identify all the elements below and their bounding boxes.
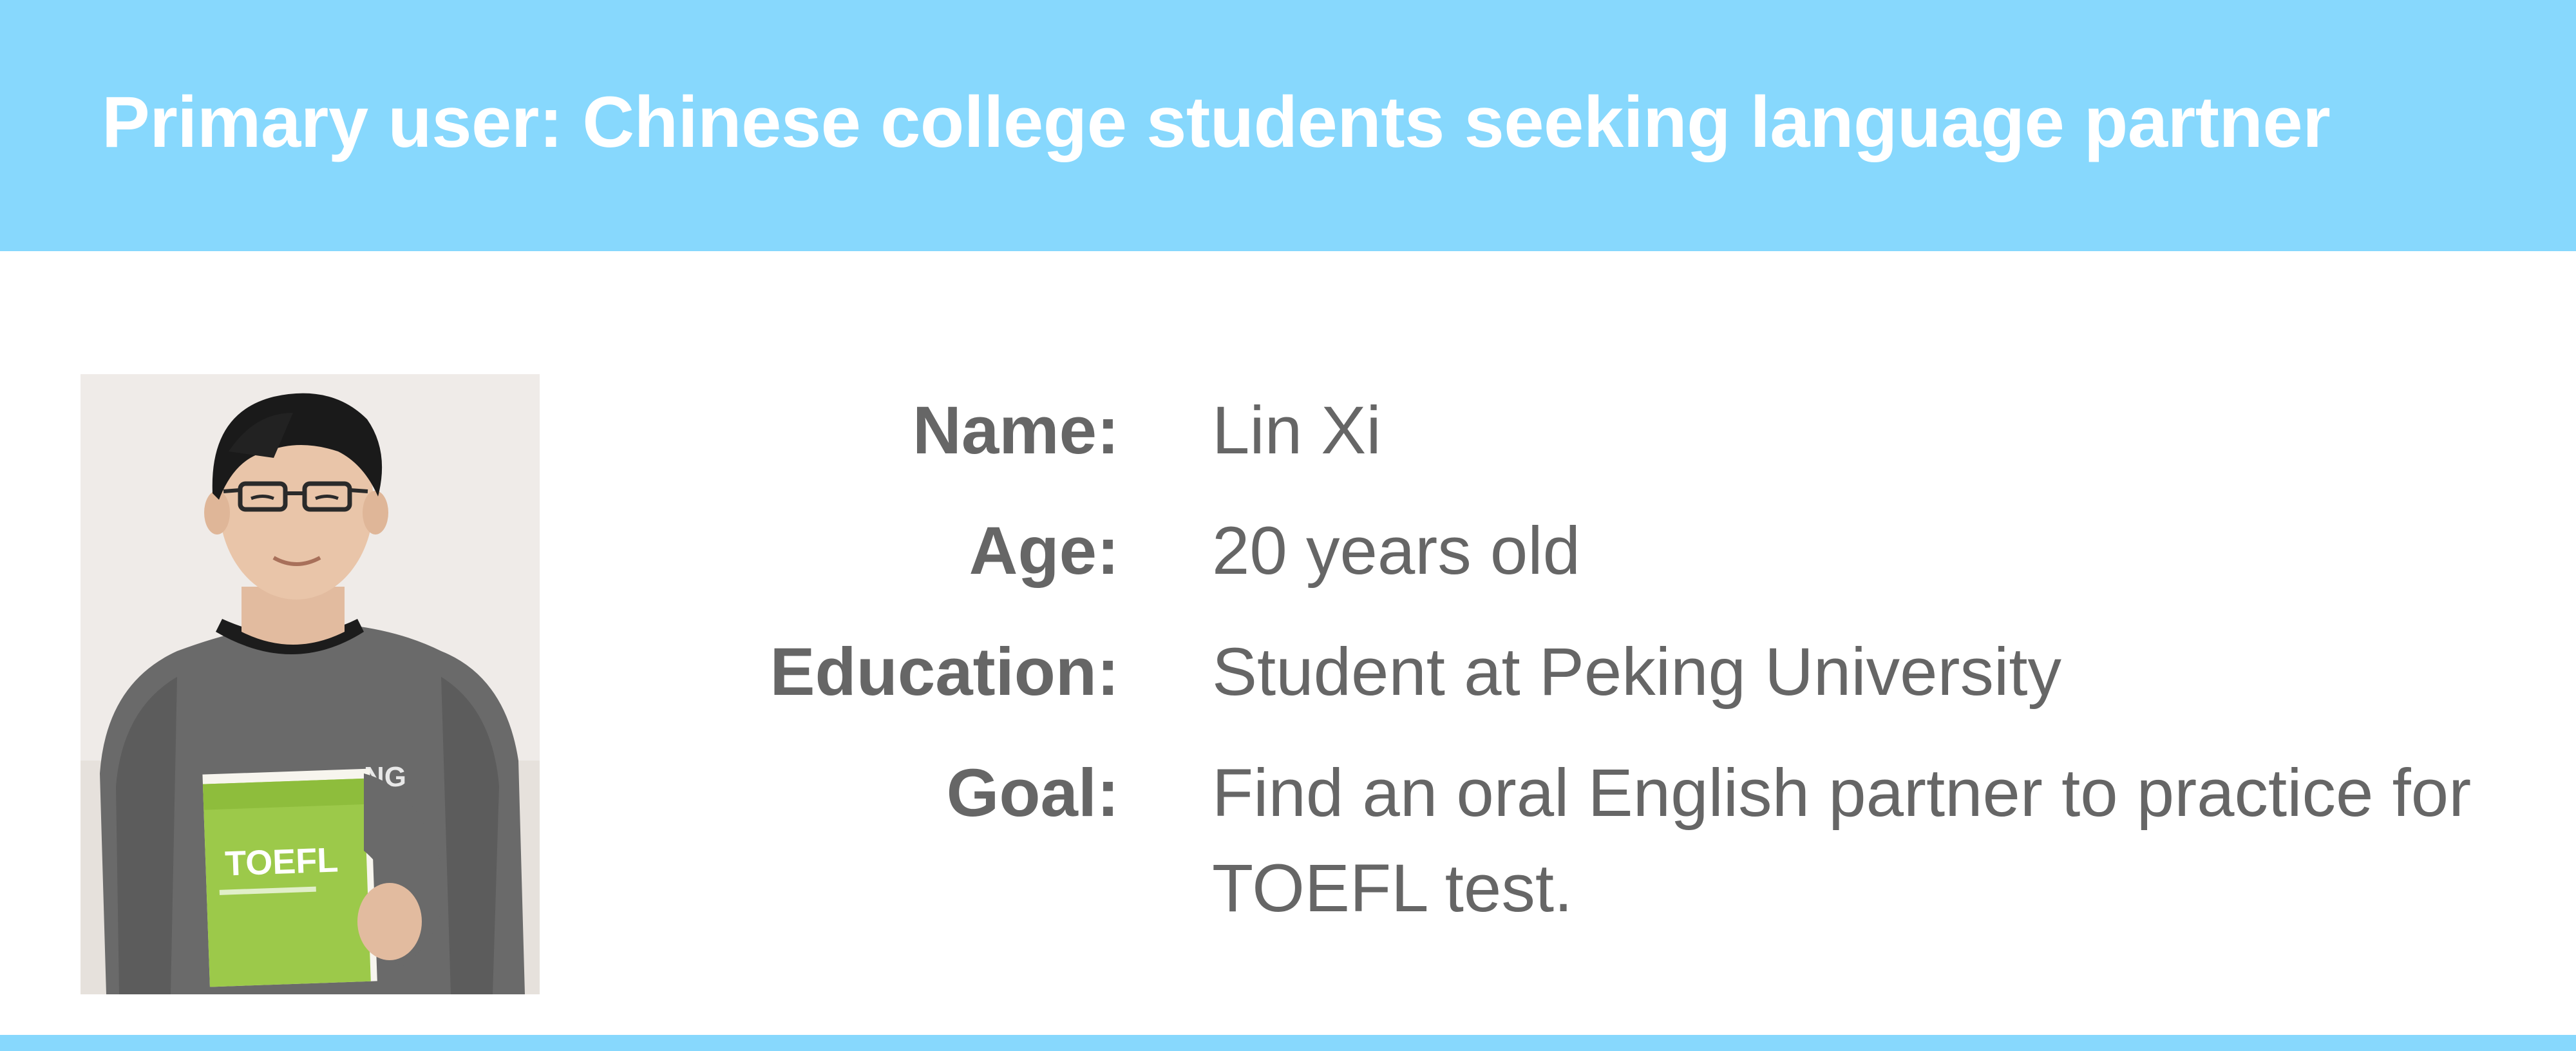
name-label: Name: bbox=[913, 393, 1119, 468]
book-label: TOEFL bbox=[224, 840, 339, 883]
bottom-accent-bar bbox=[0, 1035, 2576, 1051]
header-banner: Primary user: Chinese college students s… bbox=[0, 0, 2576, 251]
age-value: 20 years old bbox=[1212, 513, 1581, 589]
name-value: Lin Xi bbox=[1212, 393, 1381, 468]
goal-label: Goal: bbox=[946, 755, 1119, 831]
education-value: Student at Peking University bbox=[1212, 634, 2062, 710]
age-label: Age: bbox=[969, 513, 1119, 589]
user-photo: NG TOEFL bbox=[80, 374, 540, 994]
goal-value: Find an oral English partner to practice… bbox=[1212, 755, 2472, 926]
education-label: Education: bbox=[770, 634, 1119, 710]
page-title: Primary user: Chinese college students s… bbox=[102, 82, 2331, 162]
